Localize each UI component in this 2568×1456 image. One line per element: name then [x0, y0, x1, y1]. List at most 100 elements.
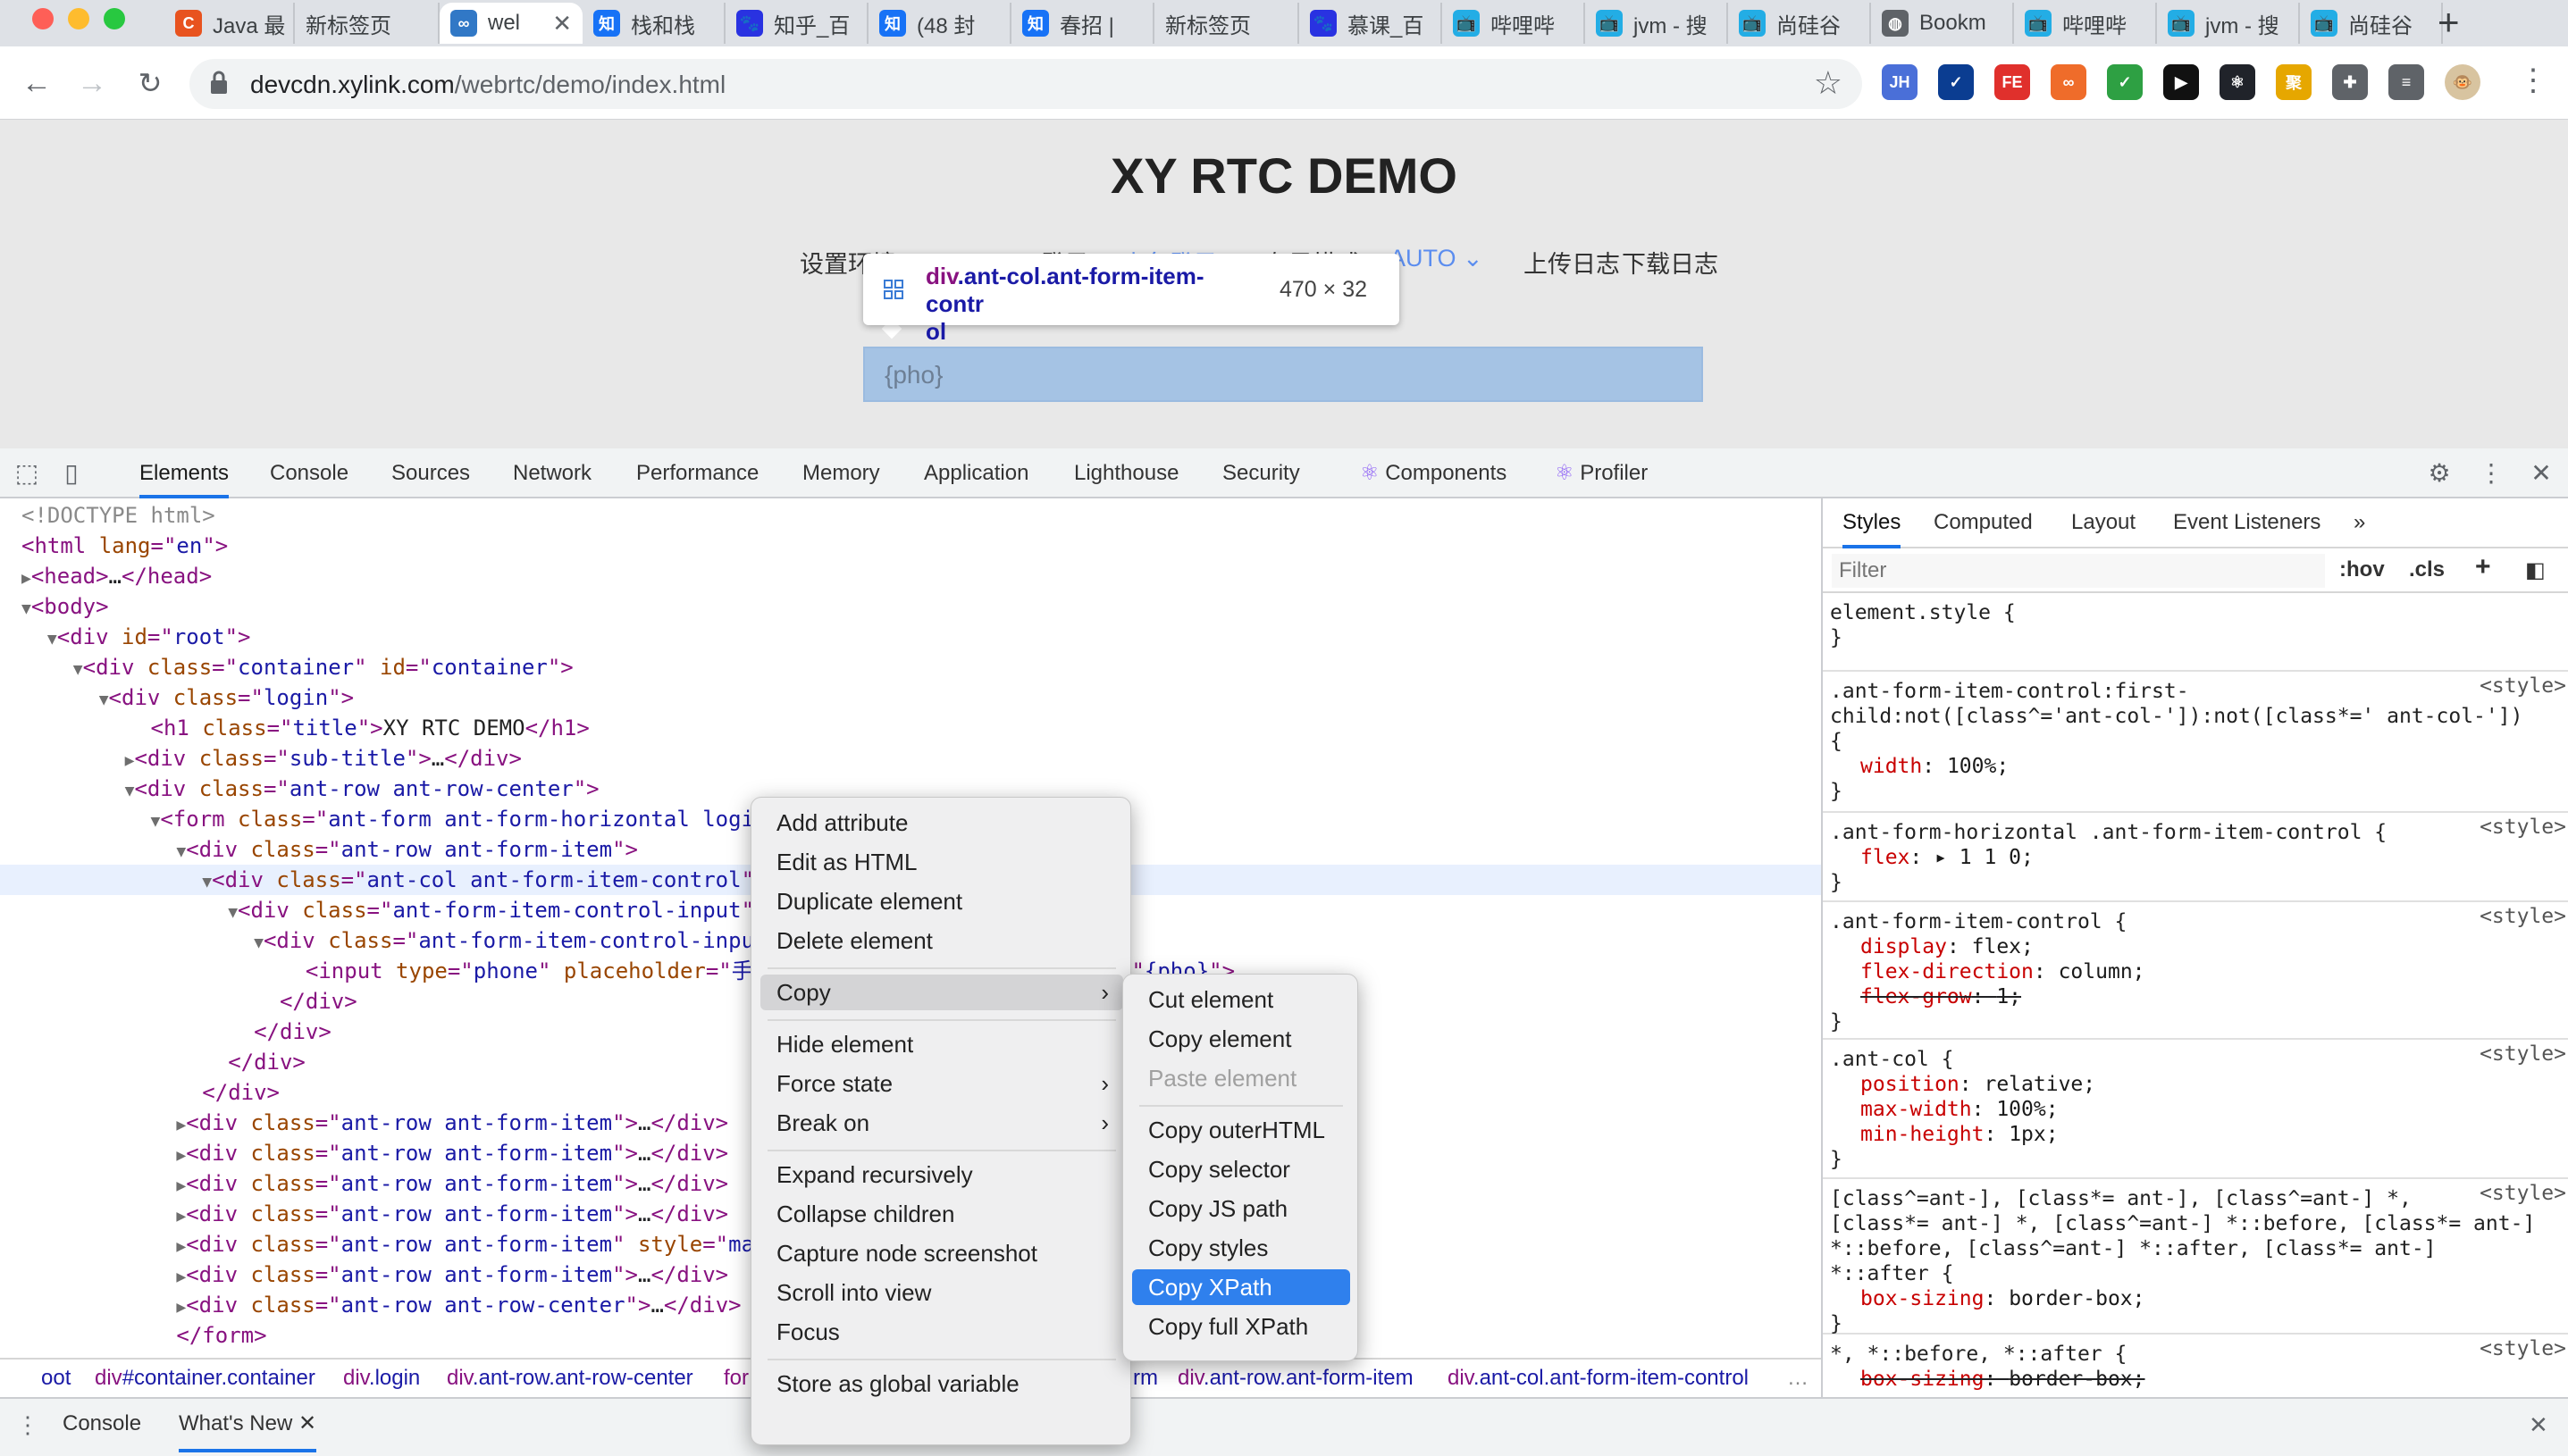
- breadcrumb-item[interactable]: div.ant-col.ant-form-item-control: [1448, 1360, 1749, 1397]
- rule-source-link[interactable]: <style>: [2480, 1181, 2566, 1206]
- profile-avatar[interactable]: 🐵: [2445, 64, 2480, 100]
- browser-tab[interactable]: 🐾 慕课_百: [1299, 3, 1442, 44]
- menu-item-copy-styles[interactable]: Copy styles: [1132, 1230, 1350, 1266]
- dom-node-line[interactable]: <html lang="en">: [0, 531, 1821, 561]
- menu-item-break-on[interactable]: Break on ›: [760, 1105, 1123, 1141]
- new-rule-icon[interactable]: +: [2475, 552, 2491, 582]
- browser-tab[interactable]: 知栈和栈: [583, 3, 726, 44]
- breadcrumb-item[interactable]: rm: [1133, 1360, 1158, 1397]
- menu-item-copy[interactable]: Copy ›: [760, 975, 1123, 1010]
- menu-item-focus[interactable]: Focus: [760, 1314, 1123, 1350]
- bookmark-star-icon[interactable]: ☆: [1814, 64, 1842, 102]
- rule-source-link[interactable]: <style>: [2480, 904, 2566, 929]
- drawer-tab[interactable]: What's New ✕: [179, 1399, 317, 1452]
- dom-node-line[interactable]: ▶<div class="sub-title">…</div>: [0, 743, 1821, 774]
- dom-node-line[interactable]: ▼<body>: [0, 591, 1821, 622]
- dom-node-line[interactable]: <h1 class="title">XY RTC DEMO</h1>: [0, 713, 1821, 743]
- dom-node-line[interactable]: ▼<div class="container" id="container">: [0, 652, 1821, 682]
- rule-source-link[interactable]: <style>: [2480, 674, 2566, 699]
- styles-tab[interactable]: Event Listeners: [2173, 498, 2320, 548]
- style-property[interactable]: min-height: 1px;: [1830, 1122, 2563, 1147]
- react-extension-icon[interactable]: ⚛: [2220, 64, 2255, 100]
- menu-item-capture-node-screenshot[interactable]: Capture node screenshot: [760, 1235, 1123, 1271]
- browser-tab[interactable]: 🐾 知乎_百: [726, 3, 869, 44]
- dom-node-line[interactable]: ▼<div class="login">: [0, 682, 1821, 713]
- jh-extension-icon[interactable]: JH: [1882, 64, 1918, 100]
- breadcrumb-item[interactable]: div.ant-row.ant-row-center: [447, 1360, 693, 1397]
- menu-item-copy-element[interactable]: Copy element: [1132, 1021, 1350, 1057]
- menu-item-copy-xpath[interactable]: Copy XPath: [1132, 1269, 1350, 1305]
- dom-node-line[interactable]: ▶<head>…</head>: [0, 561, 1821, 591]
- menu-item-cut-element[interactable]: Cut element: [1132, 982, 1350, 1017]
- settings-gear-icon[interactable]: ⚙: [2423, 457, 2455, 490]
- devtools-tab-console[interactable]: Console: [270, 448, 348, 498]
- browser-tab[interactable]: 📺 哔哩哔: [1442, 3, 1585, 44]
- menu-item-copy-full-xpath[interactable]: Copy full XPath: [1132, 1309, 1350, 1344]
- devtools-tab-memory[interactable]: Memory: [802, 448, 880, 498]
- breadcrumb-item[interactable]: div.login: [343, 1360, 420, 1397]
- browser-tab[interactable]: 新标签页: [295, 3, 440, 44]
- devtools-menu-icon[interactable]: ⋮: [2475, 457, 2507, 490]
- browser-tab[interactable]: 📺 尚硅谷: [2300, 3, 2443, 44]
- checkmark-extension-icon[interactable]: ✓: [1938, 64, 1974, 100]
- minimize-window-button[interactable]: [68, 8, 89, 29]
- devtools-tab-profiler[interactable]: ⚛ Profiler: [1555, 448, 1648, 498]
- menu-item-copy-js-path[interactable]: Copy JS path: [1132, 1191, 1350, 1226]
- rule-selector[interactable]: .ant-col {: [1830, 1047, 2563, 1072]
- styles-tab[interactable]: Layout: [2071, 498, 2136, 548]
- browser-tab[interactable]: 📺 jvm - 搜: [2157, 3, 2300, 44]
- rule-selector[interactable]: .ant-form-horizontal .ant-form-item-cont…: [1830, 820, 2563, 845]
- puzzle-extensions-icon[interactable]: ✚: [2332, 64, 2368, 100]
- dom-node-line[interactable]: <!DOCTYPE html>: [0, 500, 1821, 531]
- breadcrumb-more-icon[interactable]: …: [1787, 1360, 1809, 1397]
- drawer-menu-icon[interactable]: ⋮: [16, 1411, 39, 1439]
- reload-icon[interactable]: ↻: [130, 63, 171, 104]
- rule-selector[interactable]: [class^=ant-], [class*= ant-], [class^=a…: [1830, 1186, 2563, 1286]
- new-tab-button[interactable]: +: [2438, 2, 2460, 43]
- style-property[interactable]: max-width: 100%;: [1830, 1097, 2563, 1122]
- inspect-element-icon[interactable]: ⬚: [11, 457, 43, 490]
- styles-tab[interactable]: Styles: [1842, 498, 1901, 548]
- devtools-tab-elements[interactable]: Elements: [139, 448, 230, 498]
- close-drawer-icon[interactable]: ✕: [2529, 1411, 2548, 1439]
- infinity-extension-icon[interactable]: ∞: [2051, 64, 2086, 100]
- close-devtools-icon[interactable]: ✕: [2525, 457, 2557, 490]
- rule-source-link[interactable]: <style>: [2480, 1336, 2566, 1361]
- breadcrumb-item[interactable]: div#container.container: [95, 1360, 315, 1397]
- menu-item-force-state[interactable]: Force state ›: [760, 1066, 1123, 1101]
- menu-item-copy-outerhtml[interactable]: Copy outerHTML: [1132, 1112, 1350, 1148]
- breadcrumb-item[interactable]: div.ant-row.ant-form-item: [1178, 1360, 1414, 1397]
- style-property[interactable]: flex-grow: 1;: [1830, 984, 2563, 1009]
- browser-tab[interactable]: 📺 jvm - 搜: [1585, 3, 1728, 44]
- subnav-item[interactable]: AUTO ⌄: [1389, 245, 1483, 272]
- browser-tab[interactable]: 📺 哔哩哔: [2014, 3, 2157, 44]
- browser-tab[interactable]: C Java 最: [164, 3, 295, 44]
- cls-toggle[interactable]: .cls: [2409, 557, 2445, 582]
- devtools-tab-components[interactable]: ⚛ Components: [1360, 448, 1506, 498]
- close-window-button[interactable]: [32, 8, 54, 29]
- style-property[interactable]: box-sizing: border-box;: [1830, 1286, 2563, 1311]
- devtools-tab-performance[interactable]: Performance: [636, 448, 759, 498]
- menu-item-hide-element[interactable]: Hide element: [760, 1026, 1123, 1062]
- menu-item-add-attribute[interactable]: Add attribute: [760, 805, 1123, 841]
- forward-icon[interactable]: →: [71, 63, 113, 104]
- subnav-item[interactable]: 上传日志: [1523, 245, 1620, 280]
- shield-extension-icon[interactable]: ✓: [2107, 64, 2143, 100]
- back-icon[interactable]: ←: [16, 63, 57, 104]
- style-property[interactable]: flex-direction: column;: [1830, 959, 2563, 984]
- rule-selector[interactable]: .ant-form-item-control {: [1830, 909, 2563, 934]
- menu-item-delete-element[interactable]: Delete element: [760, 923, 1123, 958]
- hov-toggle[interactable]: :hov: [2339, 557, 2385, 582]
- style-property[interactable]: box-sizing: border-box;: [1830, 1367, 2563, 1392]
- devtools-tab-security[interactable]: Security: [1222, 448, 1300, 498]
- devtools-tab-sources[interactable]: Sources: [391, 448, 470, 498]
- close-tab-icon[interactable]: ✕: [545, 10, 572, 38]
- browser-tab[interactable]: 📺 尚硅谷: [1728, 3, 1871, 44]
- maximize-window-button[interactable]: [104, 8, 125, 29]
- style-property[interactable]: position: relative;: [1830, 1072, 2563, 1097]
- menu-item-edit-as-html[interactable]: Edit as HTML: [760, 844, 1123, 880]
- sidebar-toggle-icon[interactable]: ◧: [2525, 557, 2546, 583]
- device-toolbar-icon[interactable]: ▯: [55, 457, 88, 490]
- menu-item-scroll-into-view[interactable]: Scroll into view: [760, 1275, 1123, 1310]
- rule-selector[interactable]: element.style {: [1830, 600, 2563, 625]
